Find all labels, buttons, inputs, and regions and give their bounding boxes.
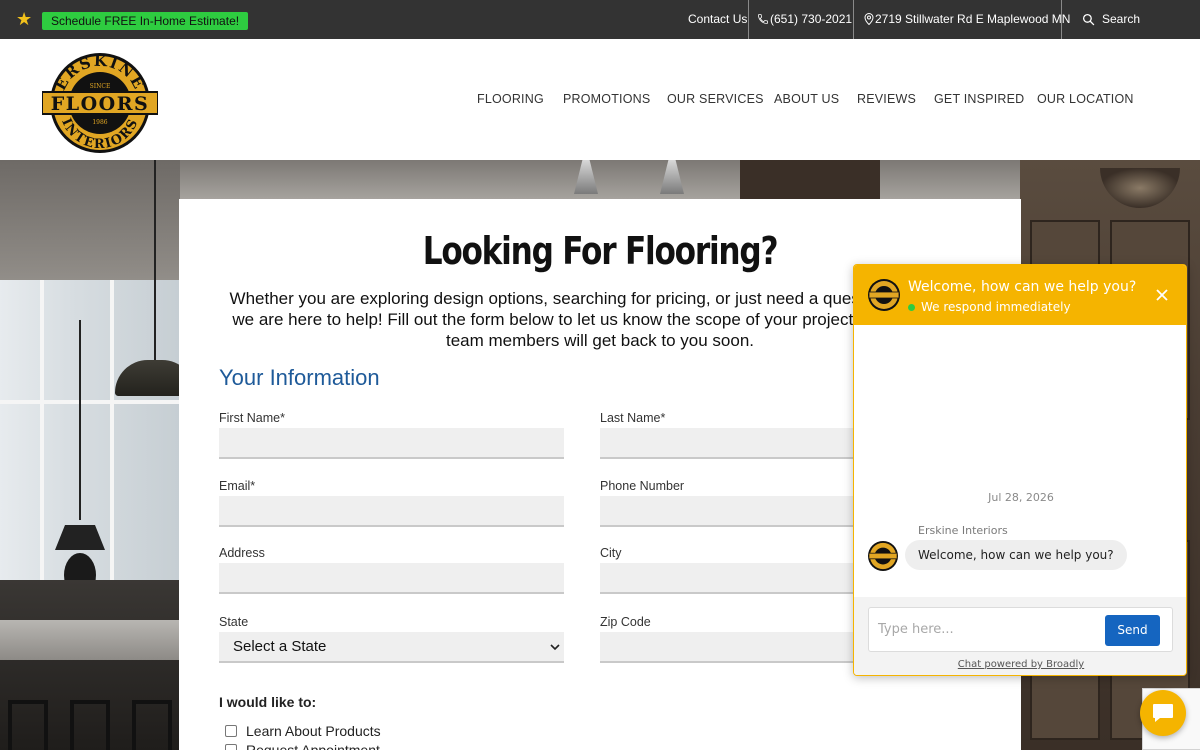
top-utility-bar: ★ Schedule FREE In-Home Estimate! Contac… — [0, 0, 1200, 39]
option-label: Learn About Products — [246, 723, 381, 739]
phone-link[interactable]: (651) 730-2021 — [757, 0, 853, 39]
hero-lamp-stem — [79, 320, 81, 520]
hero-countertop — [0, 620, 180, 660]
svg-text:SINCE: SINCE — [90, 83, 111, 90]
nav-item-promotions[interactable]: PROMOTIONS — [563, 92, 650, 106]
checkbox[interactable] — [225, 725, 237, 737]
hero-stool — [132, 700, 172, 750]
chat-status: We respond immediately — [921, 300, 1071, 314]
topbar-divider — [748, 0, 749, 39]
state-select-value: Select a State — [233, 638, 327, 655]
page-title: Looking For Flooring? — [422, 229, 779, 273]
chat-header: Welcome, how can we help you? We respond… — [854, 265, 1186, 325]
chevron-down-icon — [550, 644, 560, 651]
nav-item-our-services[interactable]: OUR SERVICES — [667, 92, 764, 106]
state-label: State — [219, 615, 249, 629]
first-name-input[interactable] — [219, 428, 564, 459]
hero-ceiling — [180, 160, 1020, 200]
main-nav: FLOORING PROMOTIONS OUR SERVICES ABOUT U… — [0, 92, 1200, 108]
chat-widget: Welcome, how can we help you? We respond… — [853, 264, 1187, 676]
chat-message: Welcome, how can we help you? — [905, 540, 1127, 570]
chat-sender: Erskine Interiors — [918, 524, 1008, 537]
hero-pendant-cord — [154, 160, 156, 360]
section-title: Your Information — [219, 365, 380, 390]
chat-avatar — [868, 279, 900, 311]
hero-pot-rack — [1100, 168, 1180, 208]
city-label: City — [600, 546, 622, 560]
online-status-dot — [908, 304, 915, 311]
checkbox[interactable] — [225, 744, 237, 750]
email-input[interactable] — [219, 496, 564, 527]
phone-label: Phone Number — [600, 479, 685, 493]
nav-item-get-inspired[interactable]: GET INSPIRED — [934, 92, 1024, 106]
close-icon[interactable] — [1154, 287, 1170, 303]
nav-item-reviews[interactable]: REVIEWS — [857, 92, 916, 106]
svg-text:1986: 1986 — [92, 119, 107, 126]
nav-item-our-location[interactable]: OUR LOCATION — [1037, 92, 1134, 106]
topbar-divider — [1061, 0, 1062, 39]
chat-date: Jul 28, 2026 — [988, 491, 1054, 504]
hero-upper-cabinet — [740, 160, 880, 200]
schedule-estimate-button[interactable]: Schedule FREE In-Home Estimate! — [42, 12, 249, 30]
topbar-divider — [853, 0, 854, 39]
interest-title: I would like to: — [219, 694, 317, 710]
address-label: Address — [219, 546, 265, 560]
chat-bubble-icon — [1153, 704, 1173, 722]
star-icon: ★ — [16, 9, 33, 29]
chat-input[interactable]: Type here... Send — [868, 607, 1173, 652]
email-label: Email* — [219, 479, 256, 493]
hero-stool — [70, 700, 110, 750]
contact-us-link[interactable]: Contact Us — [688, 0, 747, 39]
nav-item-about-us[interactable]: ABOUT US — [774, 92, 839, 106]
chat-title: Welcome, how can we help you? — [908, 279, 1137, 295]
nav-item-flooring[interactable]: FLOORING — [477, 92, 544, 106]
last-name-label: Last Name* — [600, 411, 666, 425]
chat-input-placeholder: Type here... — [878, 622, 954, 637]
sender-avatar — [868, 541, 898, 571]
first-name-label: First Name* — [219, 411, 285, 425]
phone-number: (651) 730-2021 — [770, 12, 853, 26]
zip-label: Zip Code — [600, 615, 651, 629]
search-label: Search — [1102, 12, 1141, 26]
address-link[interactable]: 2719 Stillwater Rd E Maplewood MN — [864, 0, 1070, 39]
powered-by-link[interactable]: Chat powered by Broadly — [854, 659, 1186, 670]
send-button[interactable]: Send — [1105, 615, 1160, 646]
address-input[interactable] — [219, 563, 564, 594]
chat-launcher-button[interactable] — [1140, 690, 1186, 736]
map-pin-icon — [864, 13, 874, 25]
chat-footer: Type here... Send Chat powered by Broadl… — [854, 597, 1186, 675]
state-select[interactable]: Select a State — [219, 632, 564, 663]
hero-stool — [8, 700, 48, 750]
phone-icon — [758, 14, 768, 24]
option-label: Request Appointment — [246, 742, 380, 750]
search-icon — [1082, 13, 1095, 26]
address-text: 2719 Stillwater Rd E Maplewood MN — [875, 12, 1071, 26]
site-header: ERSKINE INTERIORS FLOORS SINCE 1986 FLOO… — [0, 39, 1200, 160]
